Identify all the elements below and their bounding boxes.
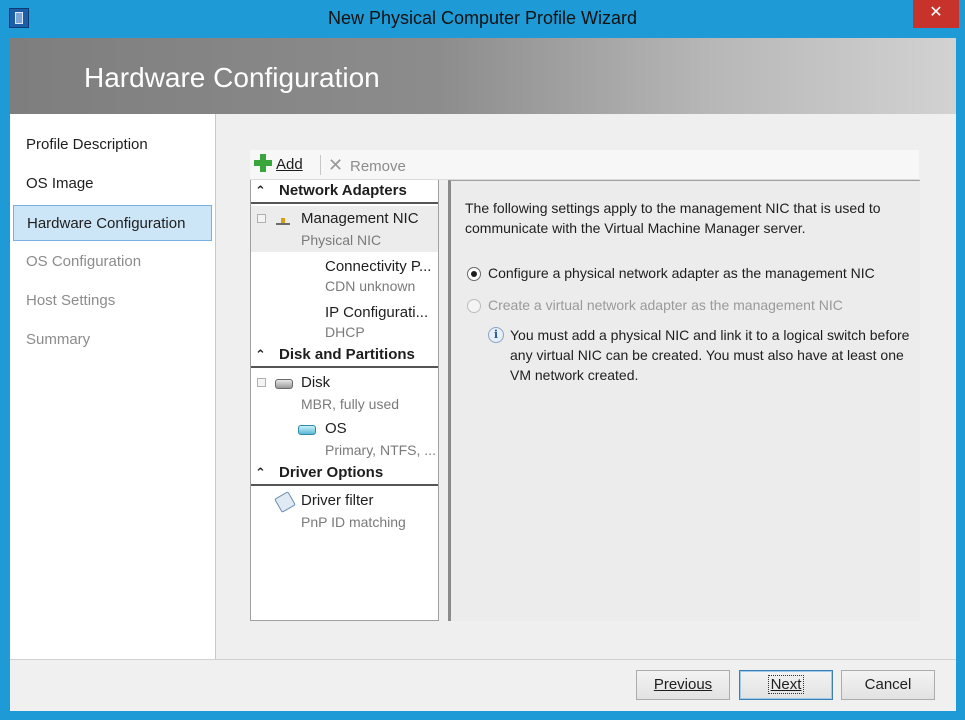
info-message: You must add a physical NIC and link it … (510, 327, 910, 383)
physical-nic-radio[interactable] (467, 267, 481, 281)
nic-settings-panel: The following settings apply to the mana… (448, 180, 920, 621)
section-disk-partitions[interactable]: ⌃ Disk and Partitions (251, 344, 438, 368)
remove-icon: ✕ (328, 155, 344, 175)
next-button[interactable]: Next (739, 670, 833, 700)
previous-label: Previous (653, 676, 713, 693)
virtual-nic-radio-label: Create a virtual network adapter as the … (488, 297, 843, 313)
collapse-icon: ⌃ (255, 465, 266, 480)
tree-item-label: OS (325, 420, 347, 437)
tree-item-label: Driver filter (301, 492, 374, 509)
tree-item-sublabel: Primary, NTFS, ... (325, 442, 436, 458)
section-header-label: Network Adapters (279, 182, 407, 199)
wizard-window: New Physical Computer Profile Wizard ✕ H… (0, 0, 965, 720)
header-banner: Hardware Configuration (10, 38, 956, 114)
nav-item-profile-description[interactable]: Profile Description (13, 127, 212, 163)
wizard-footer: Previous Next Cancel (10, 659, 956, 711)
tree-item-sublabel: Physical NIC (301, 232, 382, 248)
physical-nic-radio-label[interactable]: Configure a physical network adapter as … (488, 265, 875, 281)
cancel-label: Cancel (864, 676, 912, 693)
partition-icon (298, 425, 316, 435)
tree-item-label: Connectivity P... (325, 258, 432, 275)
info-icon: i (488, 327, 504, 343)
add-icon (254, 154, 272, 172)
section-driver-options[interactable]: ⌃ Driver Options (251, 462, 438, 486)
page-title: Hardware Configuration (84, 62, 380, 93)
network-adapter-icon (276, 216, 290, 225)
section-header-label: Driver Options (279, 464, 384, 481)
remove-button: ✕ Remove (328, 154, 406, 176)
expander-icon[interactable] (257, 214, 266, 223)
driver-filter-icon (274, 491, 296, 513)
section-header-label: Disk and Partitions (279, 346, 415, 363)
tree-item-os-partition[interactable]: OS Primary, NTFS, ... (251, 416, 438, 462)
main-panel: Add ✕ Remove ⌃ Network Adapters Managemen… (216, 114, 956, 659)
collapse-icon: ⌃ (255, 183, 266, 198)
wizard-client: Hardware Configuration Profile Descripti… (10, 38, 956, 711)
tree-item-sublabel: PnP ID matching (301, 514, 406, 530)
nav-item-summary: Summary (26, 331, 91, 348)
tree-item-disk[interactable]: Disk MBR, fully used (251, 370, 438, 416)
wizard-steps-nav: Profile Description OS Image Hardware Co… (10, 114, 216, 659)
close-button[interactable]: ✕ (913, 0, 959, 28)
tree-item-driver-filter[interactable]: Driver filter PnP ID matching (251, 488, 438, 534)
next-label: Next (767, 675, 805, 694)
disk-icon (275, 379, 293, 389)
tree-item-management-nic[interactable]: Management NIC Physical NIC (251, 206, 438, 252)
virtual-nic-radio (467, 299, 481, 313)
nav-item-host-settings: Host Settings (26, 292, 116, 309)
nav-item-os-configuration: OS Configuration (26, 253, 142, 270)
nav-item-hardware-configuration[interactable]: Hardware Configuration (13, 205, 212, 241)
tree-item-label: Disk (301, 374, 331, 391)
cancel-button[interactable]: Cancel (841, 670, 935, 700)
hardware-toolbar: Add ✕ Remove (250, 150, 919, 180)
tree-item-sublabel: DHCP (325, 324, 365, 340)
tree-item-connectivity[interactable]: Connectivity P... CDN unknown (251, 254, 438, 298)
tree-item-label: Management NIC (301, 210, 419, 227)
tree-item-ip-configuration[interactable]: IP Configurati... DHCP (251, 300, 438, 344)
add-button[interactable]: Add (254, 154, 303, 176)
remove-label: Remove (350, 158, 406, 175)
title-bar: New Physical Computer Profile Wizard ✕ (0, 0, 965, 38)
tree-item-sublabel: MBR, fully used (301, 396, 400, 412)
add-label: Add (276, 156, 303, 173)
tree-item-label: IP Configurati... (325, 304, 429, 321)
previous-button[interactable]: Previous (636, 670, 730, 700)
tree-item-sublabel: CDN unknown (325, 278, 416, 294)
section-network-adapters[interactable]: ⌃ Network Adapters (251, 180, 438, 204)
settings-intro-text: The following settings apply to the mana… (465, 200, 881, 236)
nav-item-os-image[interactable]: OS Image (13, 166, 212, 202)
hardware-tree: ⌃ Network Adapters Management NIC Physic… (250, 180, 439, 621)
window-title: New Physical Computer Profile Wizard (327, 8, 638, 28)
toolbar-separator (320, 155, 321, 175)
expander-icon[interactable] (257, 378, 266, 387)
collapse-icon: ⌃ (255, 347, 266, 362)
